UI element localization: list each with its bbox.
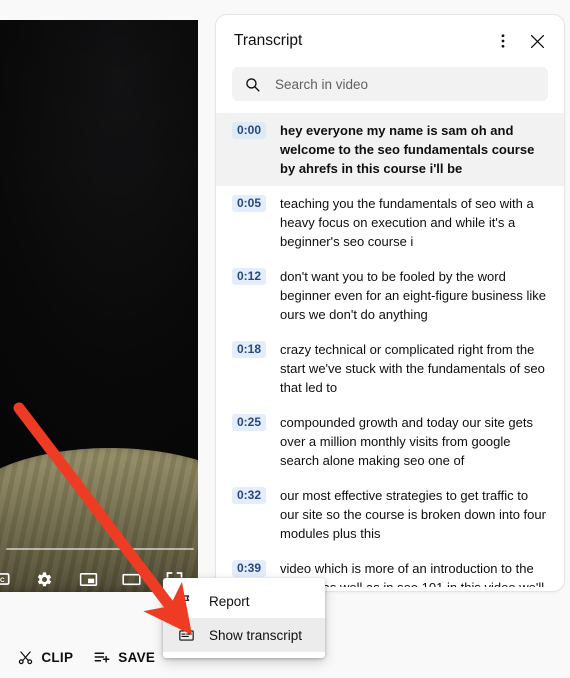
- settings-gear-button[interactable]: [29, 564, 59, 592]
- transcript-segment[interactable]: 0:12 don't want you to be fooled by the w…: [216, 259, 564, 332]
- miniplayer-icon: [78, 569, 99, 590]
- transcript-icon: [177, 627, 195, 644]
- close-icon: [528, 32, 547, 51]
- subtitles-cc-icon: CC: [0, 568, 11, 590]
- share-button[interactable]: E: [0, 650, 7, 665]
- subtitles-cc-button[interactable]: CC: [0, 564, 15, 592]
- transcript-panel: Transcript Search in video: [215, 14, 565, 592]
- transcript-segment[interactable]: 0:18 crazy technical or complicated right…: [216, 332, 564, 405]
- transcript-segment-timestamp[interactable]: 0:12: [232, 268, 266, 285]
- transcript-segment[interactable]: 0:25 compounded growth and today our site…: [216, 405, 564, 478]
- scissors-icon: [17, 649, 34, 666]
- video-action-bar: E CLIP SAVE: [0, 648, 165, 666]
- transcript-segment-text: our most effective strategies to get tra…: [280, 486, 548, 543]
- transcript-segment-list[interactable]: 0:00 hey everyone my name is sam oh and w…: [216, 113, 564, 587]
- miniplayer-button[interactable]: [73, 564, 103, 592]
- kebab-menu-icon: [494, 32, 512, 50]
- transcript-more-options-button[interactable]: [486, 24, 520, 58]
- transcript-segment[interactable]: 0:05 teaching you the fundamentals of seo…: [216, 186, 564, 259]
- transcript-segment-timestamp[interactable]: 0:39: [232, 560, 266, 577]
- transcript-segment-text: crazy technical or complicated right fro…: [280, 340, 548, 397]
- gear-icon: [35, 570, 54, 589]
- video-vignette: [0, 20, 198, 592]
- transcript-panel-header: Transcript: [216, 15, 564, 67]
- transcript-segment-text: don't want you to be fooled by the word …: [280, 267, 548, 324]
- transcript-segment-text: hey everyone my name is sam oh and welco…: [280, 121, 548, 178]
- search-icon: [244, 76, 261, 93]
- transcript-panel-title: Transcript: [234, 32, 486, 50]
- transcript-segment-timestamp[interactable]: 0:32: [232, 487, 266, 504]
- search-input[interactable]: Search in video: [275, 77, 368, 92]
- transcript-segment-text: compounded growth and today our site get…: [280, 413, 548, 470]
- theater-mode-icon: [121, 569, 142, 590]
- transcript-close-button[interactable]: [520, 24, 554, 58]
- context-menu-item-label: Report: [209, 594, 250, 609]
- clip-button-label: CLIP: [41, 650, 73, 665]
- flag-icon: [177, 593, 195, 609]
- context-menu-item-report[interactable]: Report: [163, 584, 325, 618]
- save-playlist-icon: [93, 648, 111, 666]
- save-button[interactable]: SAVE: [83, 648, 165, 666]
- theater-mode-button[interactable]: [116, 564, 146, 592]
- transcript-segment[interactable]: 0:00 hey everyone my name is sam oh and w…: [216, 113, 564, 186]
- transcript-segment-timestamp[interactable]: 0:25: [232, 414, 266, 431]
- transcript-segment-timestamp[interactable]: 0:05: [232, 195, 266, 212]
- transcript-search-wrapper: Search in video: [216, 67, 564, 113]
- clip-button[interactable]: CLIP: [7, 649, 83, 666]
- svg-text:CC: CC: [0, 577, 5, 584]
- video-player[interactable]: CC: [0, 20, 198, 592]
- save-button-label: SAVE: [118, 650, 155, 665]
- player-context-menu: Report Show transcript: [163, 578, 325, 658]
- video-progress-bar[interactable]: [6, 548, 194, 550]
- screen-root: CC: [0, 0, 570, 678]
- transcript-segment[interactable]: 0:32 our most effective strategies to get…: [216, 478, 564, 551]
- transcript-segment-text: teaching you the fundamentals of seo wit…: [280, 194, 548, 251]
- transcript-segment-timestamp[interactable]: 0:00: [232, 122, 266, 139]
- transcript-segment-timestamp[interactable]: 0:18: [232, 341, 266, 358]
- context-menu-item-label: Show transcript: [209, 628, 302, 643]
- transcript-search-box[interactable]: Search in video: [232, 67, 548, 101]
- context-menu-item-show-transcript[interactable]: Show transcript: [163, 618, 325, 652]
